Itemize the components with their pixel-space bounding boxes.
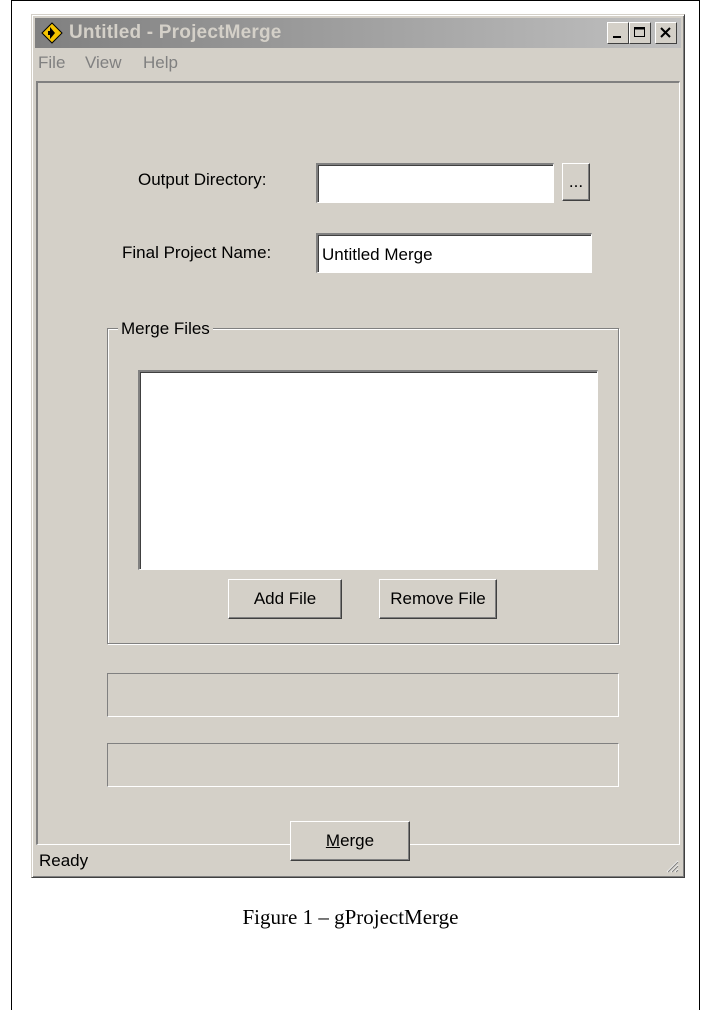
- add-file-button[interactable]: Add File: [228, 579, 342, 619]
- progress-bar-1: [107, 673, 619, 717]
- progress-bar-2: [107, 743, 619, 787]
- final-project-name-label: Final Project Name:: [122, 243, 272, 262]
- status-text: Ready: [39, 851, 89, 870]
- final-project-name-input[interactable]: [316, 233, 592, 273]
- output-directory-input[interactable]: [316, 163, 554, 203]
- menu-view[interactable]: View: [85, 53, 122, 73]
- menu-help[interactable]: Help: [143, 53, 178, 73]
- remove-file-button[interactable]: Remove File: [379, 579, 497, 619]
- window-title: Untitled - ProjectMerge: [69, 22, 282, 43]
- title-bar[interactable]: Untitled - ProjectMerge: [35, 18, 681, 48]
- menu-file[interactable]: File: [38, 53, 65, 73]
- maximize-button[interactable]: [629, 22, 651, 44]
- menu-bar: File View Help: [35, 51, 681, 77]
- merge-files-group-label: Merge Files: [118, 319, 213, 339]
- resize-grip-icon[interactable]: [665, 859, 679, 873]
- browse-button[interactable]: ...: [562, 163, 590, 201]
- close-button[interactable]: [655, 22, 677, 44]
- app-icon: [41, 22, 63, 44]
- figure-caption: Figure 1 – gProjectMerge: [242, 905, 459, 929]
- minimize-icon: [613, 36, 621, 38]
- client-area: Output Directory: ... Final Project Name…: [36, 81, 680, 861]
- status-bar: Ready: [35, 847, 681, 875]
- maximize-icon: [634, 27, 645, 37]
- output-directory-label: Output Directory:: [138, 170, 267, 189]
- app-window: Untitled - ProjectMerge File View Help O…: [31, 14, 685, 878]
- merge-files-list[interactable]: [138, 370, 598, 570]
- close-icon: [660, 27, 671, 38]
- minimize-button[interactable]: [607, 22, 629, 44]
